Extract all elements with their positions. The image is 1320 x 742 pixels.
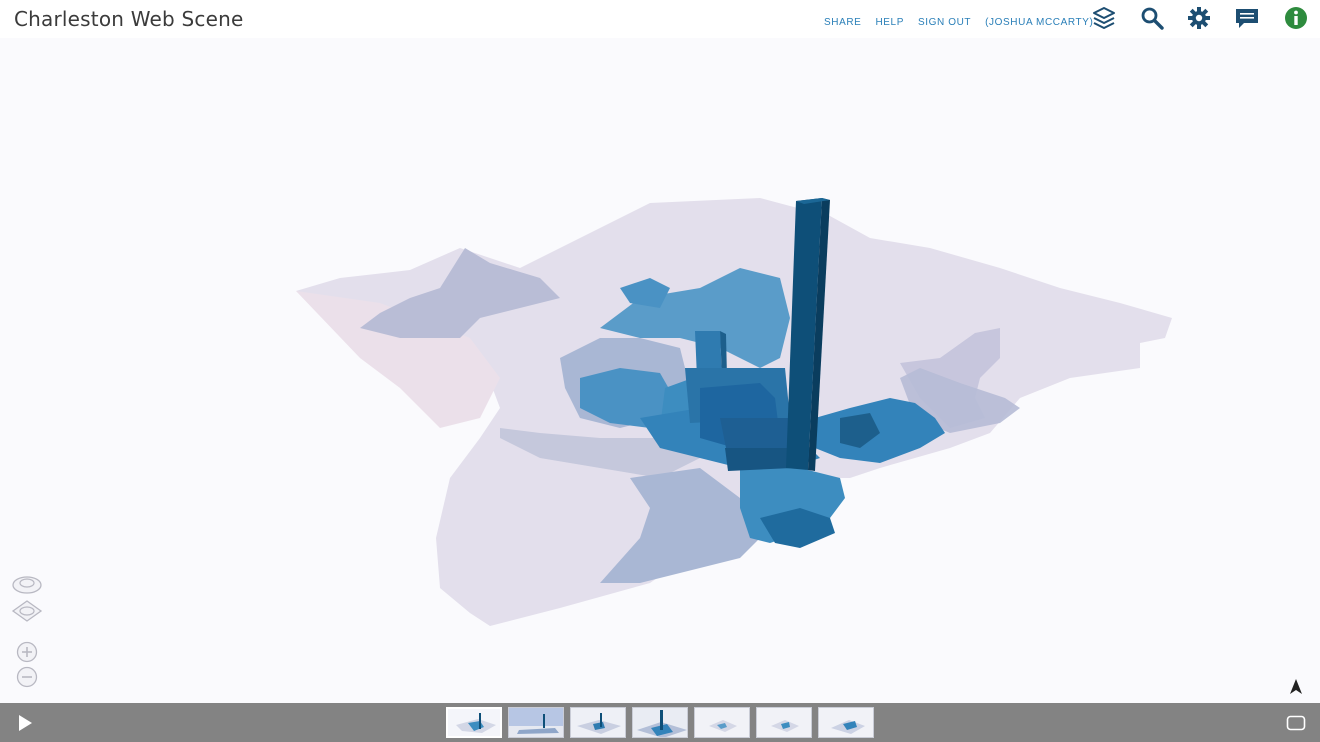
scene-view[interactable]	[0, 38, 1320, 703]
info-icon[interactable]	[1284, 6, 1308, 30]
zoom-out-icon[interactable]	[16, 666, 38, 688]
compass-icon[interactable]	[1288, 678, 1304, 696]
sign-out-link[interactable]: SIGN OUT	[918, 17, 971, 28]
zoom-in-icon[interactable]	[16, 641, 38, 663]
share-link[interactable]: SHARE	[824, 17, 861, 28]
search-icon[interactable]	[1140, 6, 1164, 30]
slide-thumbnail[interactable]	[570, 707, 626, 738]
slide-thumbnail[interactable]	[632, 707, 688, 738]
header-nav: SHARE HELP SIGN OUT (JOSHUA MCCARTY)	[824, 17, 1107, 28]
orbit-icon[interactable]	[11, 599, 43, 623]
play-icon[interactable]	[16, 714, 34, 732]
gear-icon[interactable]	[1187, 6, 1211, 30]
slide-thumbnail[interactable]	[818, 707, 874, 738]
slide-thumbnail[interactable]	[508, 707, 564, 738]
layers-icon[interactable]	[1092, 6, 1116, 30]
pan-icon[interactable]	[11, 575, 43, 595]
app-window: Charleston Web Scene SHARE HELP SIGN OUT…	[0, 0, 1320, 742]
slide-thumbnail[interactable]	[446, 707, 502, 738]
slide-thumbnail[interactable]	[694, 707, 750, 738]
slides-bar	[0, 703, 1320, 742]
user-name-link[interactable]: (JOSHUA MCCARTY)	[985, 17, 1093, 28]
comment-icon[interactable]	[1235, 6, 1259, 30]
slide-thumbnail[interactable]	[756, 707, 812, 738]
app-title: Charleston Web Scene	[14, 7, 244, 31]
help-link[interactable]: HELP	[875, 17, 904, 28]
slide-thumbnails	[446, 707, 874, 738]
fullscreen-icon[interactable]	[1286, 715, 1306, 731]
header-bar: Charleston Web Scene SHARE HELP SIGN OUT…	[0, 0, 1320, 38]
